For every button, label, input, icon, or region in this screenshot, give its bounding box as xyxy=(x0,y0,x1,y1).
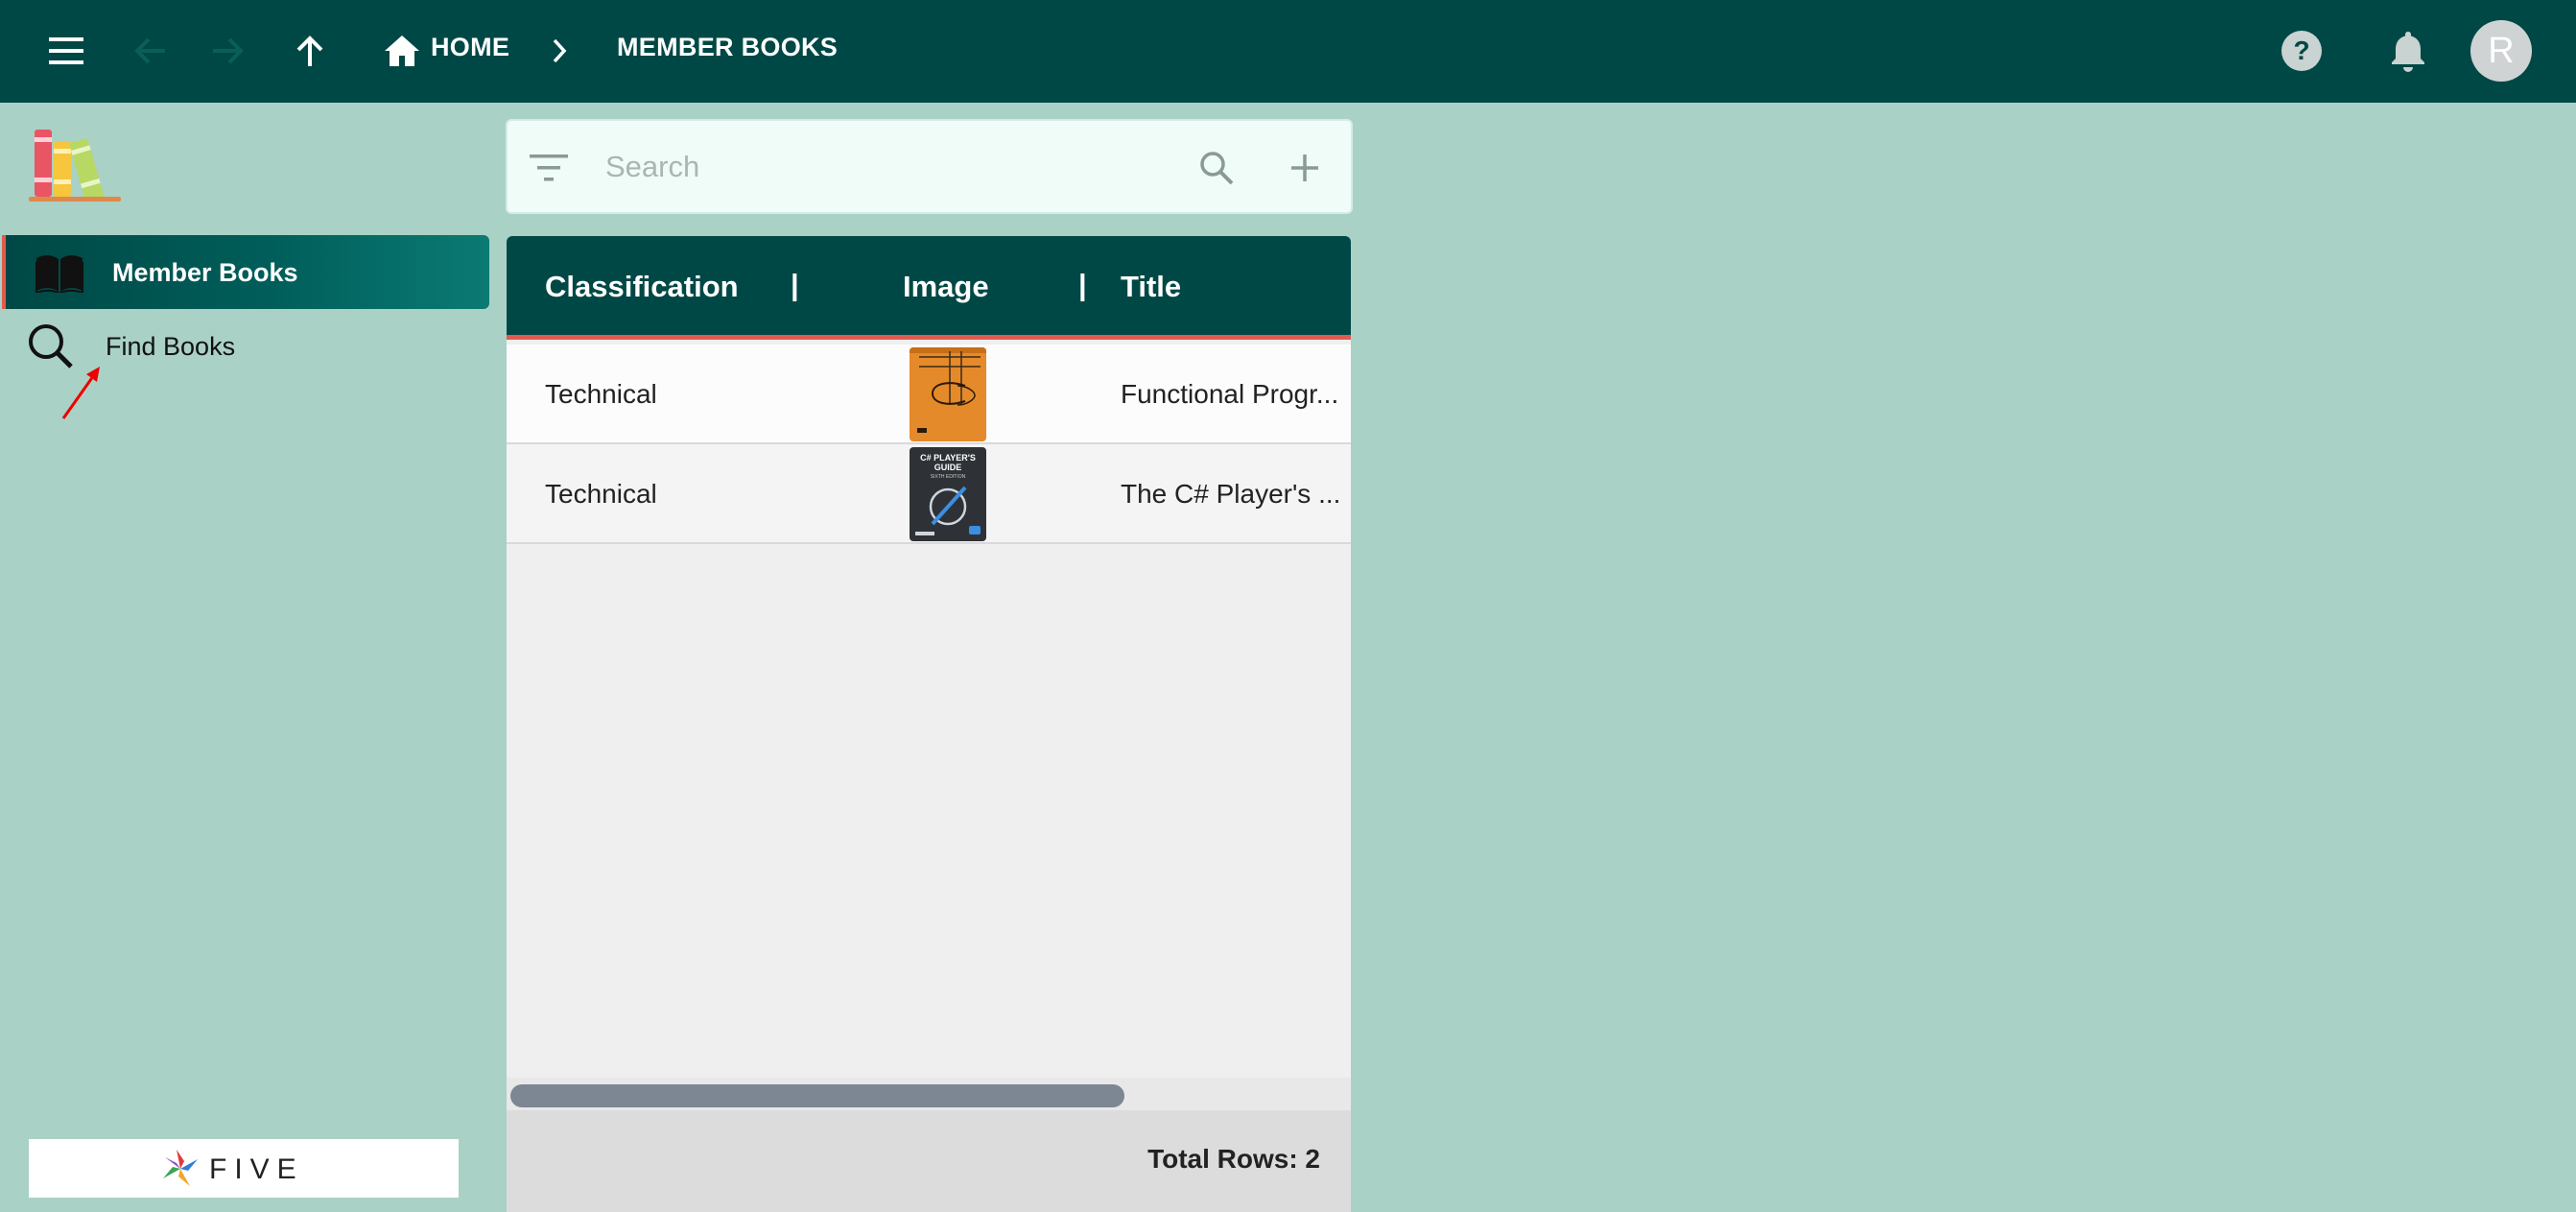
cell-classification: Technical xyxy=(545,479,657,509)
column-header-classification[interactable]: Classification xyxy=(545,270,739,304)
breadcrumb-home[interactable]: HOME xyxy=(431,33,509,62)
column-header-title[interactable]: Title xyxy=(1121,270,1181,304)
plus-icon[interactable] xyxy=(1283,146,1327,190)
breadcrumb-current: MEMBER BOOKS xyxy=(617,33,839,61)
five-logo: FIVE xyxy=(29,1139,459,1198)
brand-logo-text: FIVE xyxy=(209,1153,304,1185)
arrow-up-icon[interactable] xyxy=(280,21,340,81)
svg-text:SIXTH EDITION: SIXTH EDITION xyxy=(931,474,966,480)
sidebar-item-label: Member Books xyxy=(112,258,298,287)
cell-classification: Technical xyxy=(545,379,657,409)
column-resize-handle[interactable]: | xyxy=(791,268,799,302)
bell-icon[interactable] xyxy=(2378,21,2438,81)
search-bar xyxy=(506,119,1353,214)
table-row[interactable]: Technical C# PLAYER'S GUIDE SIXTH EDITIO… xyxy=(507,444,1351,544)
svg-text:GUIDE: GUIDE xyxy=(934,463,962,472)
hamburger-menu-icon[interactable] xyxy=(36,21,96,81)
arrow-right-icon[interactable] xyxy=(198,21,257,81)
svg-text:?: ? xyxy=(2293,36,2309,65)
chevron-right-icon xyxy=(530,21,589,81)
top-app-bar: HOME MEMBER BOOKS ? R xyxy=(0,0,2576,103)
search-input[interactable] xyxy=(605,146,1104,188)
horizontal-scrollbar-thumb[interactable] xyxy=(510,1084,1124,1107)
sidebar-item-label: Find Books xyxy=(106,332,236,361)
cell-title: The C# Player's ... xyxy=(1121,479,1341,509)
books-logo xyxy=(27,120,123,204)
cell-title: Functional Progr... xyxy=(1121,379,1339,409)
help-icon[interactable]: ? xyxy=(2272,21,2331,81)
sidebar-item-member-books[interactable]: Member Books xyxy=(2,235,489,309)
table-footer: Total Rows: 2 xyxy=(507,1110,1351,1212)
red-arrow-annotation xyxy=(58,363,106,422)
open-book-icon xyxy=(35,252,84,297)
avatar[interactable]: R xyxy=(2470,20,2532,82)
total-rows-count: Total Rows: 2 xyxy=(1147,1144,1320,1174)
search-icon[interactable] xyxy=(1194,146,1239,190)
filter-icon[interactable] xyxy=(527,146,571,190)
table-row[interactable]: Technical Functional Progr... xyxy=(507,345,1351,444)
svg-text:C# PLAYER'S: C# PLAYER'S xyxy=(920,453,976,463)
book-cover-image xyxy=(910,347,986,441)
column-resize-handle[interactable]: | xyxy=(1078,268,1087,302)
arrow-left-icon[interactable] xyxy=(121,21,180,81)
table-header: Classification | Image | Title xyxy=(507,236,1351,340)
data-table: Classification | Image | Title Technical… xyxy=(507,236,1351,1212)
home-icon[interactable] xyxy=(372,21,432,81)
column-header-image[interactable]: Image xyxy=(903,270,989,304)
book-cover-image: C# PLAYER'S GUIDE SIXTH EDITION xyxy=(910,447,986,541)
